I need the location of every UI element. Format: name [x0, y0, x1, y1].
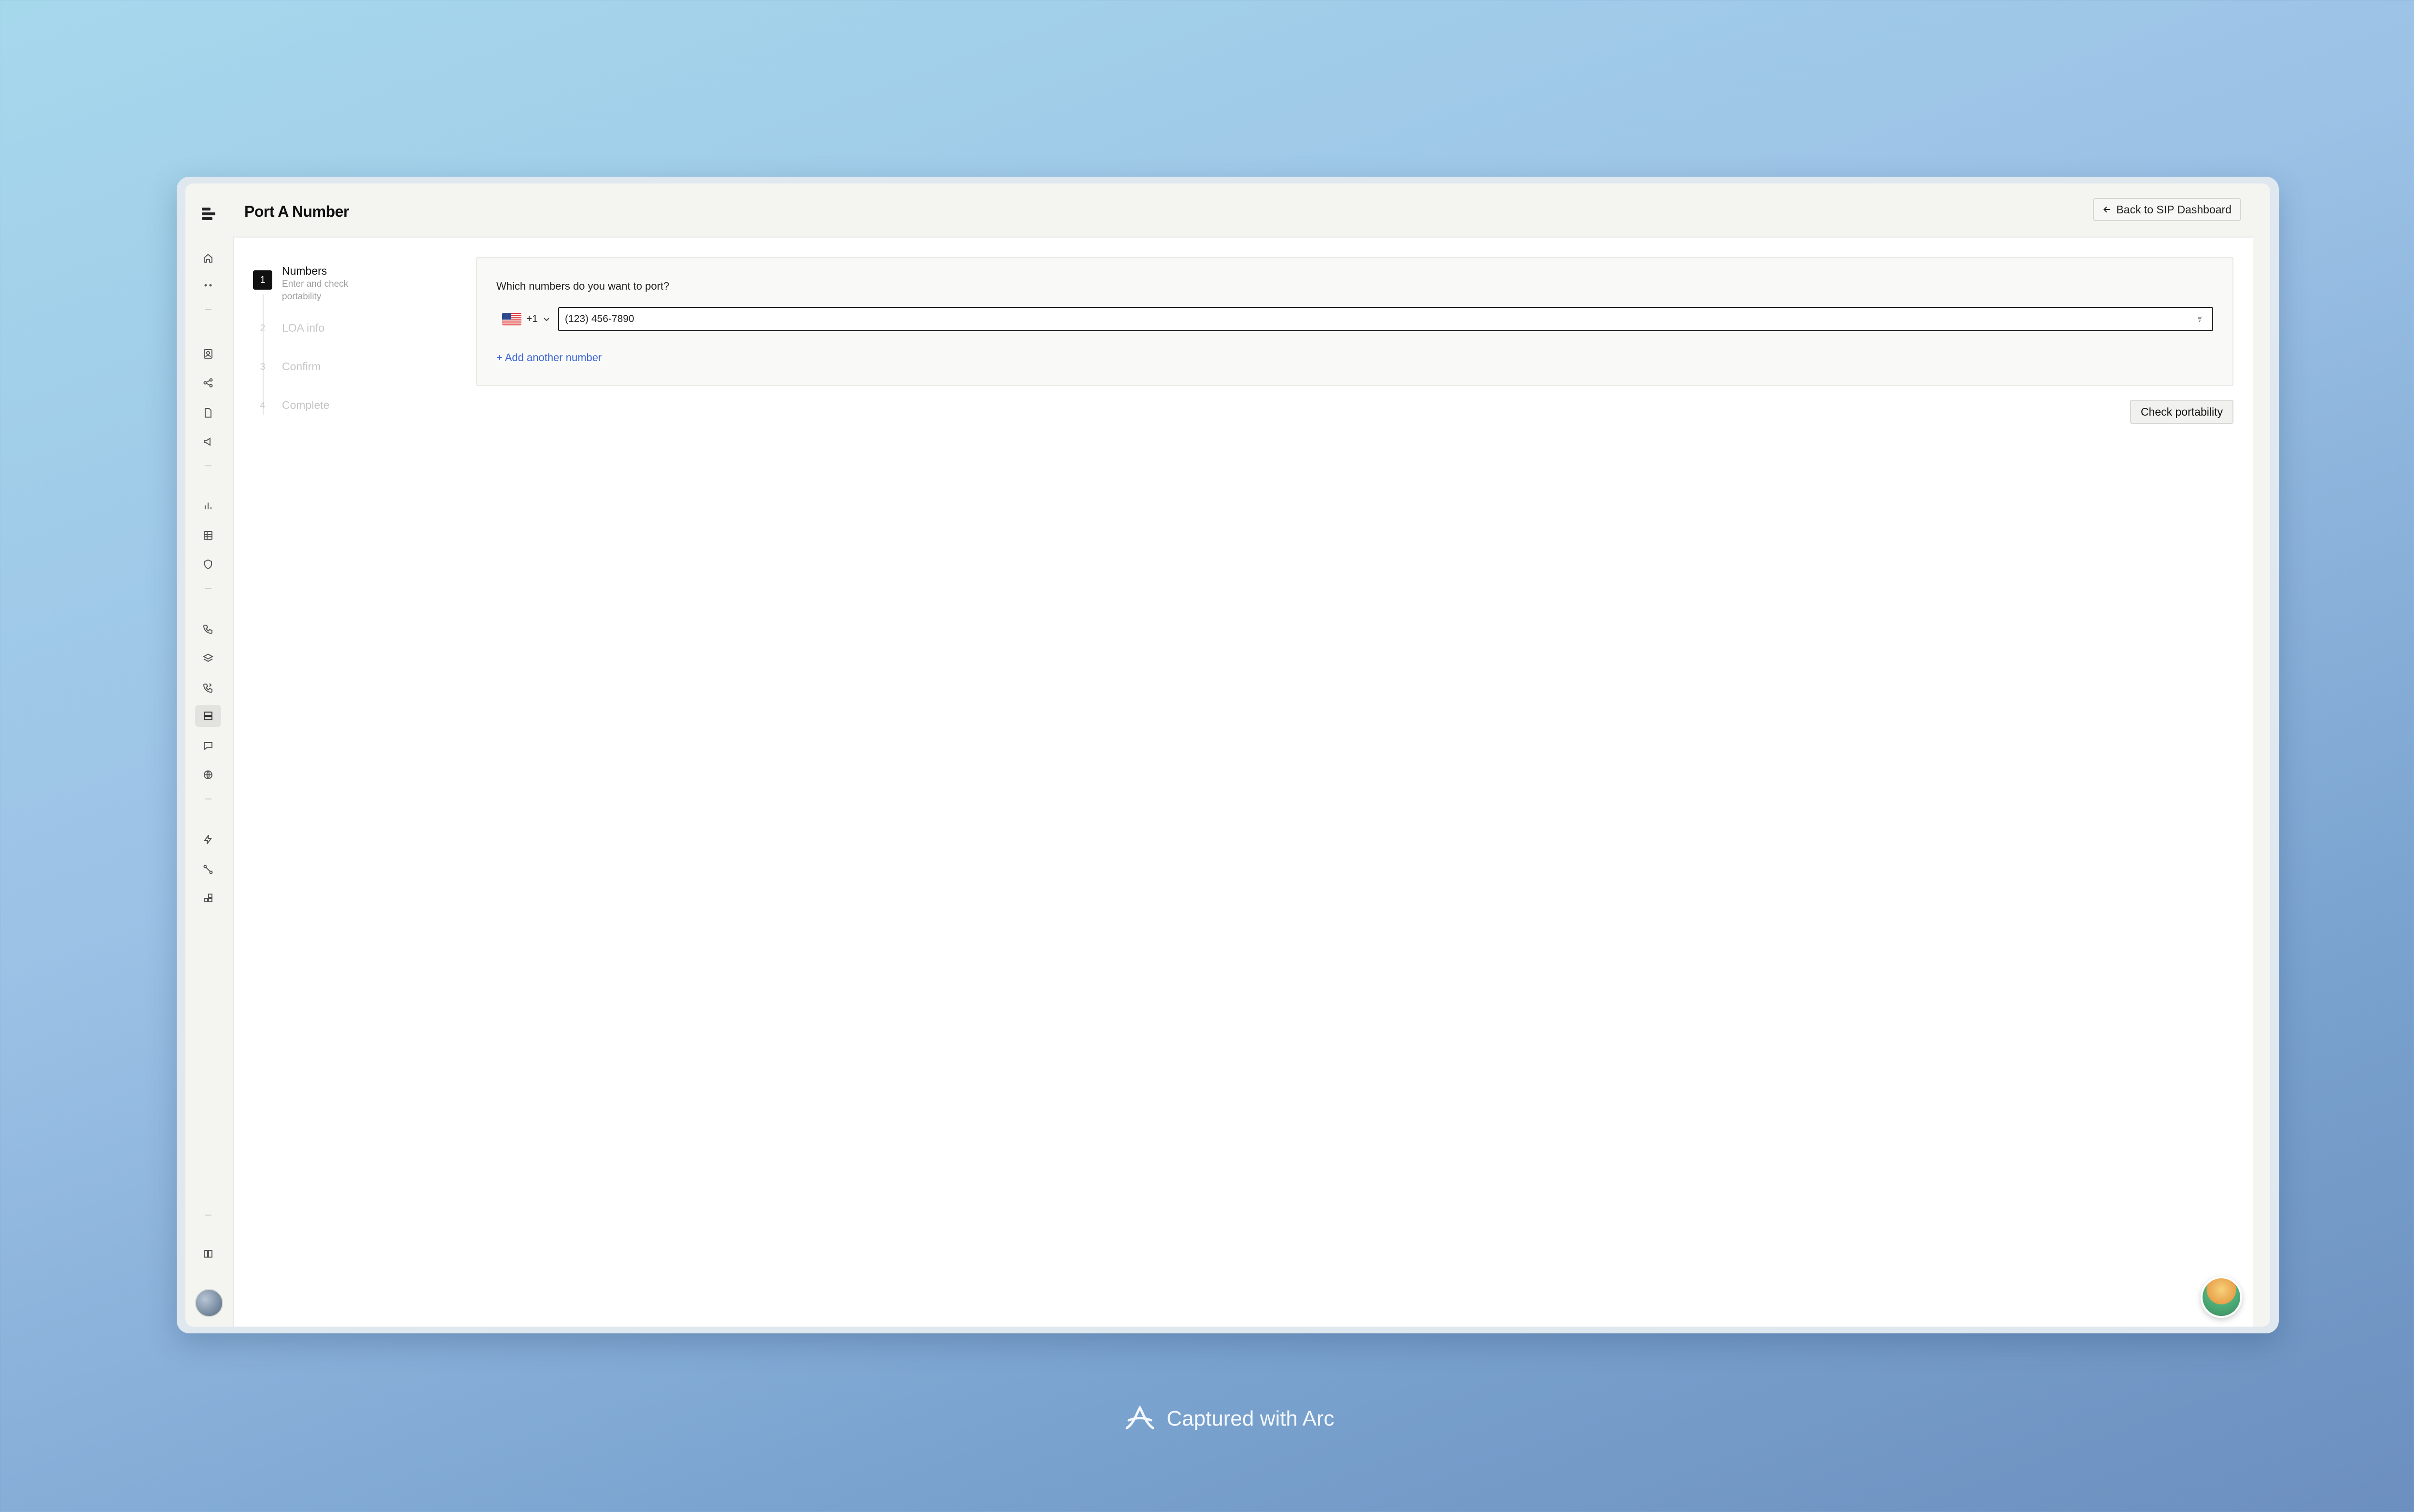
bar-chart-icon[interactable]	[195, 494, 221, 517]
top-bar: Port A Number Back to SIP Dashboard	[185, 183, 2270, 237]
app-frame: Port A Number Back to SIP Dashboard 1 Nu…	[185, 183, 2270, 1327]
phone-call-icon[interactable]	[195, 618, 221, 640]
capture-text: Captured with Arc	[1166, 1407, 1334, 1430]
arc-logo-icon	[1125, 1405, 1154, 1429]
add-another-number-link[interactable]: + Add another number	[496, 351, 602, 364]
shield-icon[interactable]	[195, 553, 221, 575]
message-icon[interactable]	[195, 735, 221, 757]
numbers-card: Which numbers do you want to port? +1 (1…	[476, 257, 2233, 386]
sidebar-divider	[205, 465, 211, 466]
server-icon[interactable]	[195, 705, 221, 727]
megaphone-icon[interactable]	[195, 431, 221, 453]
step-number: 1	[253, 270, 272, 290]
back-to-dashboard-button[interactable]: Back to SIP Dashboard	[2093, 198, 2241, 221]
user-avatar[interactable]	[195, 1289, 223, 1317]
phone-row: +1	[496, 307, 2213, 331]
field-menu-icon[interactable]	[2194, 313, 2205, 325]
sidebar-divider	[205, 1215, 211, 1216]
step-number: 4	[260, 400, 266, 411]
step-number: 2	[260, 322, 266, 334]
more-icon[interactable]	[195, 274, 221, 296]
step-title: Complete	[282, 399, 330, 411]
main-panel: 1 Numbers Enter and check portability 2 …	[233, 237, 2253, 1327]
home-icon[interactable]	[195, 247, 221, 269]
sidebar-divider	[205, 309, 211, 310]
arrow-left-icon	[2103, 207, 2111, 212]
step-title: Numbers	[282, 265, 327, 277]
arc-capture-footer: Captured with Arc	[0, 1404, 2414, 1434]
step-subtitle: Enter and check portability	[282, 279, 349, 302]
country-code: +1	[526, 313, 538, 324]
table-icon[interactable]	[195, 524, 221, 546]
back-button-label: Back to SIP Dashboard	[2116, 203, 2232, 216]
phone-number-input[interactable]	[558, 307, 2213, 331]
numbers-question: Which numbers do you want to port?	[496, 280, 670, 292]
book-icon[interactable]	[195, 1243, 221, 1265]
page-title: Port A Number	[244, 203, 349, 220]
sidebar	[185, 237, 231, 1327]
phone-field-wrap	[558, 307, 2213, 331]
contacts-icon[interactable]	[195, 343, 221, 365]
chat-widget-avatar[interactable]	[2201, 1276, 2242, 1318]
layers-icon[interactable]	[195, 647, 221, 669]
us-flag-icon	[502, 313, 521, 325]
step-number: 3	[260, 361, 266, 372]
share-icon[interactable]	[195, 372, 221, 394]
blocks-icon[interactable]	[195, 887, 221, 910]
document-icon[interactable]	[195, 402, 221, 424]
country-code-select[interactable]: +1	[496, 307, 558, 331]
check-portability-button[interactable]: Check portability	[2130, 400, 2233, 424]
sidebar-divider	[205, 798, 211, 799]
browser-window: Port A Number Back to SIP Dashboard 1 Nu…	[177, 177, 2279, 1333]
globe-icon[interactable]	[195, 764, 221, 786]
step-title: Confirm	[282, 360, 321, 373]
chevron-down-icon	[544, 318, 549, 322]
sidebar-divider	[205, 588, 211, 589]
bolt-icon[interactable]	[195, 828, 221, 851]
phone-route-icon[interactable]	[195, 858, 221, 881]
logo-icon[interactable]	[202, 208, 215, 220]
phone-forward-icon[interactable]	[195, 677, 221, 699]
step-title: LOA info	[282, 322, 325, 334]
